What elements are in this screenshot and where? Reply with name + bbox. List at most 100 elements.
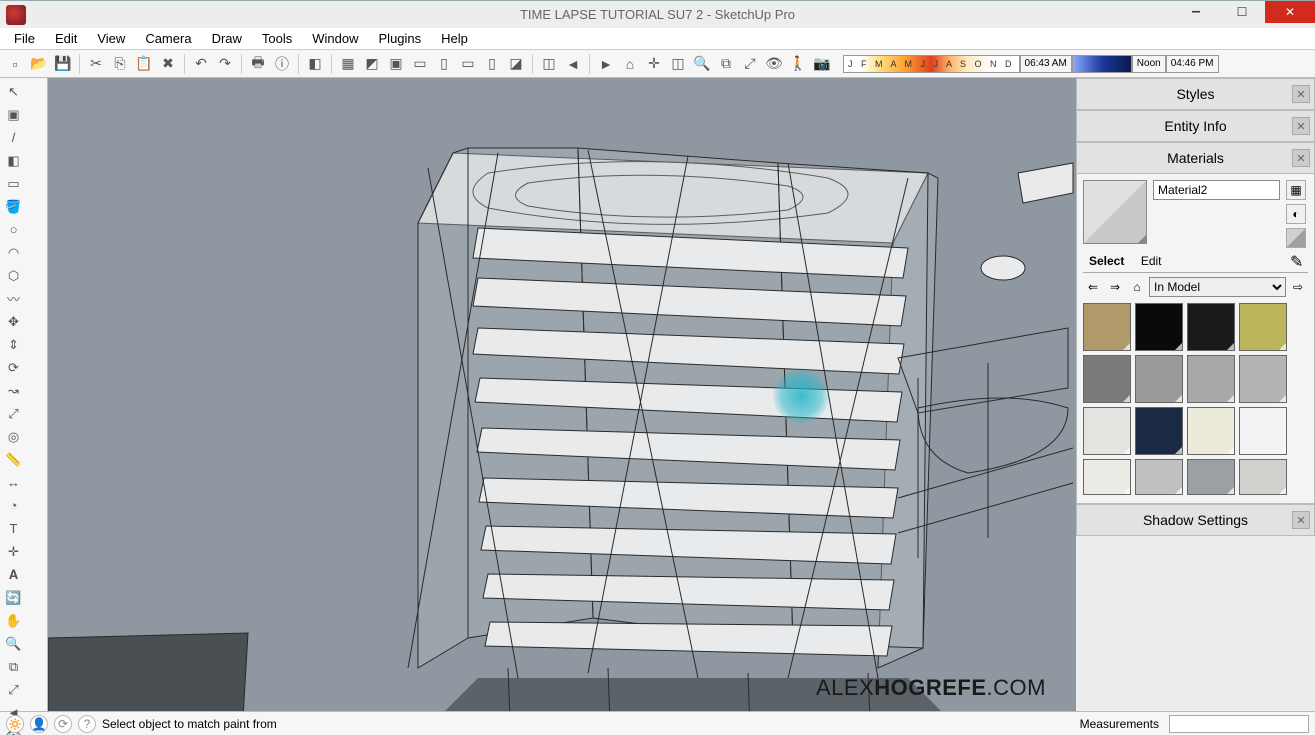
panel-materials-header[interactable]: Materials ✕ (1076, 142, 1315, 174)
3dtext-tool-icon[interactable]: 𝐀 (3, 564, 24, 585)
close-icon[interactable]: ✕ (1292, 149, 1310, 167)
arc-tool-icon[interactable]: ◠ (3, 242, 24, 263)
line-tool-icon[interactable]: / (3, 127, 24, 148)
xray-icon[interactable]: ▦ (337, 53, 359, 75)
prev-view-icon[interactable]: ◄ (562, 53, 584, 75)
close-icon[interactable]: ✕ (1292, 85, 1310, 103)
redo-icon[interactable]: ↷ (214, 53, 236, 75)
details-icon[interactable]: ⇨ (1288, 277, 1308, 297)
offset-tool-icon[interactable]: ◎ (3, 426, 24, 447)
material-swatch[interactable] (1239, 303, 1287, 351)
material-library-select[interactable]: In Model (1149, 277, 1286, 297)
select-tool-icon[interactable]: ↖ (3, 81, 24, 102)
add-material-icon[interactable]: ▦ (1286, 180, 1306, 200)
material-swatch[interactable] (1135, 407, 1183, 455)
front-view-icon[interactable]: ▭ (409, 53, 431, 75)
section-icon[interactable]: ◫ (667, 53, 689, 75)
forward-icon[interactable]: ⇒ (1105, 277, 1125, 297)
geo-location-icon[interactable]: 🔅 (6, 715, 24, 733)
credits-icon[interactable]: 👤 (30, 715, 48, 733)
paint-bucket-tool-icon[interactable]: 🪣 (3, 196, 24, 217)
close-button[interactable] (1265, 1, 1315, 23)
menu-file[interactable]: File (4, 29, 45, 48)
menu-window[interactable]: Window (302, 29, 368, 48)
menu-camera[interactable]: Camera (135, 29, 201, 48)
close-icon[interactable]: ✕ (1292, 511, 1310, 529)
dimension-tool-icon[interactable]: ↔ (3, 472, 24, 493)
toggle1-icon[interactable]: ◪ (505, 53, 527, 75)
menu-draw[interactable]: Draw (202, 29, 252, 48)
walk-icon[interactable]: 🚶 (787, 53, 809, 75)
material-swatch[interactable] (1135, 355, 1183, 403)
push-pull-tool-icon[interactable]: ⇕ (3, 334, 24, 355)
minimize-button[interactable] (1173, 1, 1219, 23)
home-view-icon[interactable]: ⌂ (619, 53, 641, 75)
menu-view[interactable]: View (87, 29, 135, 48)
polygon-tool-icon[interactable]: ⬡ (3, 265, 24, 286)
model-info-icon[interactable]: ⓘ (271, 53, 293, 75)
axes-icon[interactable]: ✛ (643, 53, 665, 75)
next-view-icon[interactable]: ► (595, 53, 617, 75)
zoom-icon[interactable]: 🔍 (691, 53, 713, 75)
tape-tool-icon[interactable]: 📏 (3, 449, 24, 470)
toggle2-icon[interactable]: ◫ (538, 53, 560, 75)
copy-icon[interactable]: ⎘ (109, 53, 131, 75)
material-swatch[interactable] (1083, 407, 1131, 455)
material-name-input[interactable] (1153, 180, 1280, 200)
shadows-icon[interactable]: ◧ (304, 53, 326, 75)
iso-view-icon[interactable]: ◩ (361, 53, 383, 75)
panel-styles-header[interactable]: Styles ✕ (1076, 78, 1315, 110)
material-swatch[interactable] (1083, 303, 1131, 351)
text-tool-icon[interactable]: T (3, 518, 24, 539)
open-file-icon[interactable]: 📂 (28, 53, 50, 75)
right-view-icon[interactable]: ▯ (433, 53, 455, 75)
print-icon[interactable]: 🖶 (247, 53, 269, 75)
zoom2-tool-icon[interactable]: 🔍 (3, 633, 24, 654)
zoom-window-icon[interactable]: ⧉ (715, 53, 737, 75)
back-icon[interactable]: ⇐ (1083, 277, 1103, 297)
help-icon[interactable]: ? (78, 715, 96, 733)
month-slider[interactable]: J F M A M J J A S O N D (843, 55, 1020, 73)
materials-mode-select[interactable]: Select (1083, 252, 1130, 270)
panel-shadow-header[interactable]: Shadow Settings ✕ (1076, 504, 1315, 536)
material-swatch[interactable] (1187, 459, 1235, 495)
material-swatch[interactable] (1187, 303, 1235, 351)
menu-edit[interactable]: Edit (45, 29, 87, 48)
new-file-icon[interactable]: ▫ (4, 53, 26, 75)
menu-help[interactable]: Help (431, 29, 478, 48)
material-swatch[interactable] (1135, 303, 1183, 351)
paste-icon[interactable]: 📋 (133, 53, 155, 75)
zoom-extents-icon[interactable]: ⤢ (739, 53, 761, 75)
material-swatch[interactable] (1239, 407, 1287, 455)
protractor-tool-icon[interactable]: ◔ (3, 495, 24, 516)
look-around-icon[interactable]: 👁 (763, 53, 785, 75)
rectangle-tool-icon[interactable]: ▭ (3, 173, 24, 194)
measurements-input[interactable] (1169, 715, 1309, 733)
menu-plugins[interactable]: Plugins (369, 29, 432, 48)
axes2-tool-icon[interactable]: ✛ (3, 541, 24, 562)
scale-tool-icon[interactable]: ⤢ (3, 403, 24, 424)
cut-icon[interactable]: ✂ (85, 53, 107, 75)
sync-icon[interactable]: ⟳ (54, 715, 72, 733)
material-swatch[interactable] (1083, 355, 1131, 403)
circle-tool-icon[interactable]: ○ (3, 219, 24, 240)
materials-mode-edit[interactable]: Edit (1135, 252, 1168, 270)
default-material-icon[interactable] (1286, 228, 1306, 248)
time-slider[interactable] (1072, 55, 1132, 73)
material-swatch[interactable] (1239, 355, 1287, 403)
material-preview[interactable] (1083, 180, 1147, 244)
freehand-tool-icon[interactable]: 〰 (3, 288, 24, 309)
orbit-tool-icon[interactable]: 🔄 (3, 587, 24, 608)
follow-me-tool-icon[interactable]: ↝ (3, 380, 24, 401)
make-component-tool-icon[interactable]: ▣ (3, 104, 24, 125)
zoom-extents2-tool-icon[interactable]: ⤢ (3, 679, 24, 700)
material-swatch[interactable] (1187, 355, 1235, 403)
position-camera-icon[interactable]: 📷 (811, 53, 833, 75)
undo-icon[interactable]: ↶ (190, 53, 212, 75)
display-default-icon[interactable]: ◐ (1286, 204, 1306, 224)
back-view-icon[interactable]: ▭ (457, 53, 479, 75)
zoom-window2-tool-icon[interactable]: ⧉ (3, 656, 24, 677)
material-swatch[interactable] (1083, 459, 1131, 495)
material-swatch[interactable] (1187, 407, 1235, 455)
rotate-tool-icon[interactable]: ⟳ (3, 357, 24, 378)
